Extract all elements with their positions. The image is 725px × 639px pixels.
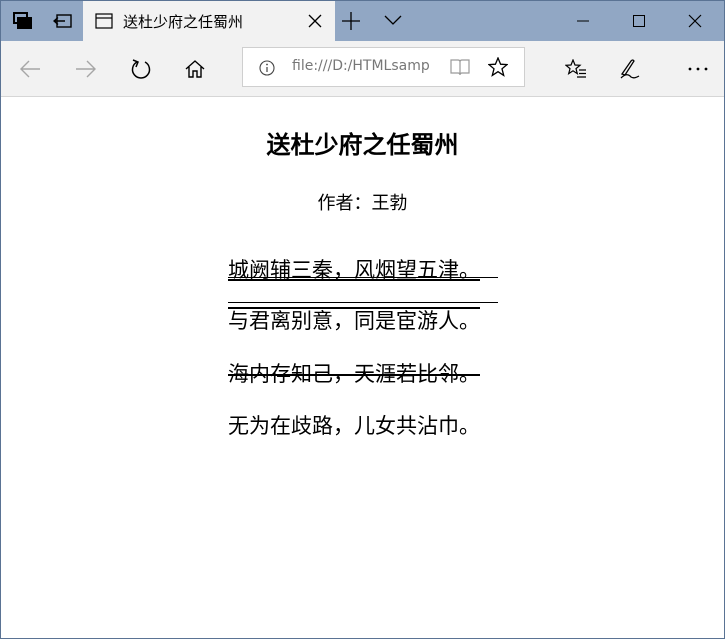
close-icon: [688, 14, 702, 28]
home-icon: [185, 60, 205, 78]
plus-icon[interactable]: [341, 11, 361, 31]
tab-manager-button[interactable]: [5, 1, 41, 41]
refresh-icon: [131, 59, 151, 79]
favorites-hub-button[interactable]: [563, 56, 589, 82]
title-bar: 送杜少府之任蜀州: [1, 1, 724, 41]
tab-manager-icon: [13, 12, 32, 29]
close-icon[interactable]: [307, 13, 323, 29]
page-content: 送杜少府之任蜀州 作者：王勃 城阙辅三秦，风烟望五津。 与君离别意，同是宦游人。…: [1, 97, 724, 638]
arrow-left-icon: [20, 60, 40, 78]
favorites-list-icon: [565, 59, 586, 78]
page-icon: [95, 13, 113, 29]
set-aside-tabs-button[interactable]: [45, 1, 81, 41]
tab-active[interactable]: 送杜少府之任蜀州: [83, 1, 335, 41]
browser-window: 送杜少府之任蜀州 file:///D:/HTMLsamp 送杜少府之任蜀州 作者…: [0, 0, 725, 639]
forward-button[interactable]: [73, 56, 99, 82]
home-button[interactable]: [182, 56, 208, 82]
book-icon[interactable]: [450, 58, 470, 76]
poem-author: 作者：王勃: [317, 193, 408, 214]
poem-line: 无为在歧路，儿女共沾巾。: [228, 414, 480, 438]
poem-line: 城阙辅三秦，风烟望五津。: [228, 258, 480, 282]
maximize-button[interactable]: [611, 1, 667, 41]
address-bar[interactable]: file:///D:/HTMLsamp: [242, 47, 525, 87]
close-window-button[interactable]: [667, 1, 723, 41]
more-icon: [688, 67, 708, 71]
divider: [228, 277, 498, 278]
notes-button[interactable]: [617, 56, 643, 82]
chevron-down-icon[interactable]: [384, 14, 402, 26]
info-icon[interactable]: [259, 60, 275, 76]
maximize-icon: [633, 15, 645, 27]
more-button[interactable]: [685, 56, 711, 82]
poem-line: 与君离别意，同是宦游人。: [228, 309, 480, 333]
back-button[interactable]: [17, 56, 43, 82]
tab-title: 送杜少府之任蜀州: [123, 13, 244, 31]
pen-icon: [620, 59, 640, 79]
arrow-right-icon: [76, 60, 96, 78]
url-text[interactable]: file:///D:/HTMLsamp: [292, 58, 437, 74]
set-aside-tabs-icon: [53, 14, 72, 28]
divider: [228, 302, 498, 303]
navigation-bar: file:///D:/HTMLsamp: [1, 41, 724, 97]
poem-line: 海内存知己，天涯若比邻。: [228, 362, 480, 386]
refresh-button[interactable]: [128, 56, 154, 82]
minimize-button[interactable]: [555, 1, 611, 41]
poem-title: 送杜少府之任蜀州: [266, 131, 459, 159]
minimize-icon: [577, 20, 589, 22]
star-icon[interactable]: [488, 57, 508, 77]
